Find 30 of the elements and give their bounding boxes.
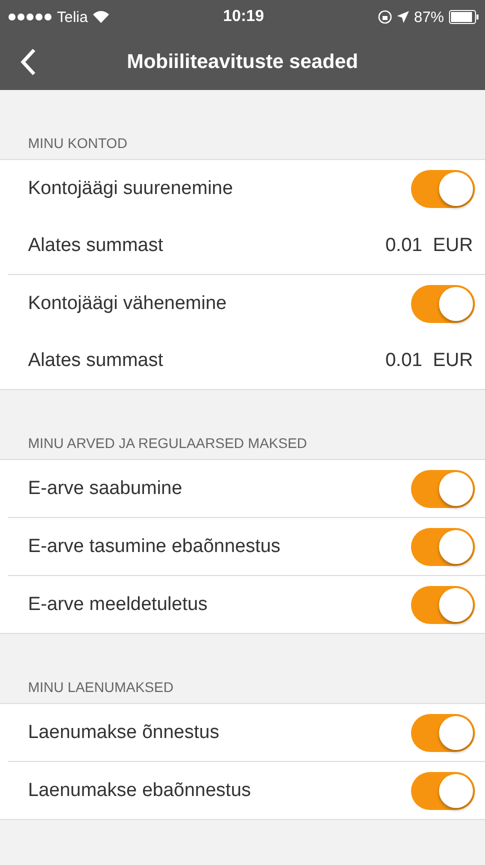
threshold-label: Alates summast	[28, 234, 164, 256]
toggle-switch[interactable]	[411, 714, 475, 752]
section-header: MINU ARVED JA REGULAARSED MAKSED	[28, 435, 308, 451]
setting-label: Kontojäägi vähenemine	[28, 292, 227, 314]
toggle-switch[interactable]	[411, 528, 475, 566]
toggle-switch[interactable]	[411, 284, 475, 322]
location-icon	[396, 11, 409, 23]
toggle-switch[interactable]	[411, 470, 475, 508]
screen-title: Mobiiliteavituste seaded	[126, 50, 358, 74]
setting-label: E-arve meeldetuletus	[28, 594, 208, 616]
setting-label: Laenumakse õnnestus	[28, 722, 220, 744]
threshold-label: Alates summast	[28, 350, 164, 372]
battery-icon	[449, 10, 480, 24]
rotation-lock-icon	[378, 10, 392, 24]
section-header: MINU KONTOD	[28, 135, 128, 151]
status-time: 10:19	[223, 8, 264, 26]
battery-percent: 87%	[414, 8, 444, 26]
setting-label: E-arve tasumine ebaõnnestus	[28, 536, 280, 558]
signal-icon	[8, 13, 52, 21]
setting-label: E-arve saabumine	[28, 478, 182, 500]
toggle-switch[interactable]	[411, 170, 475, 208]
threshold-value[interactable]: 0.01 EUR	[385, 234, 475, 256]
toggle-switch[interactable]	[411, 586, 475, 624]
setting-label: Kontojäägi suurenemine	[28, 178, 233, 200]
section-header: MINU LAENUMAKSED	[28, 679, 174, 695]
carrier-name: Telia	[57, 8, 88, 26]
threshold-value[interactable]: 0.01 EUR	[385, 350, 475, 372]
toggle-switch[interactable]	[411, 772, 475, 810]
wifi-icon	[92, 11, 109, 23]
setting-label: Laenumakse ebaõnnestus	[28, 780, 251, 802]
